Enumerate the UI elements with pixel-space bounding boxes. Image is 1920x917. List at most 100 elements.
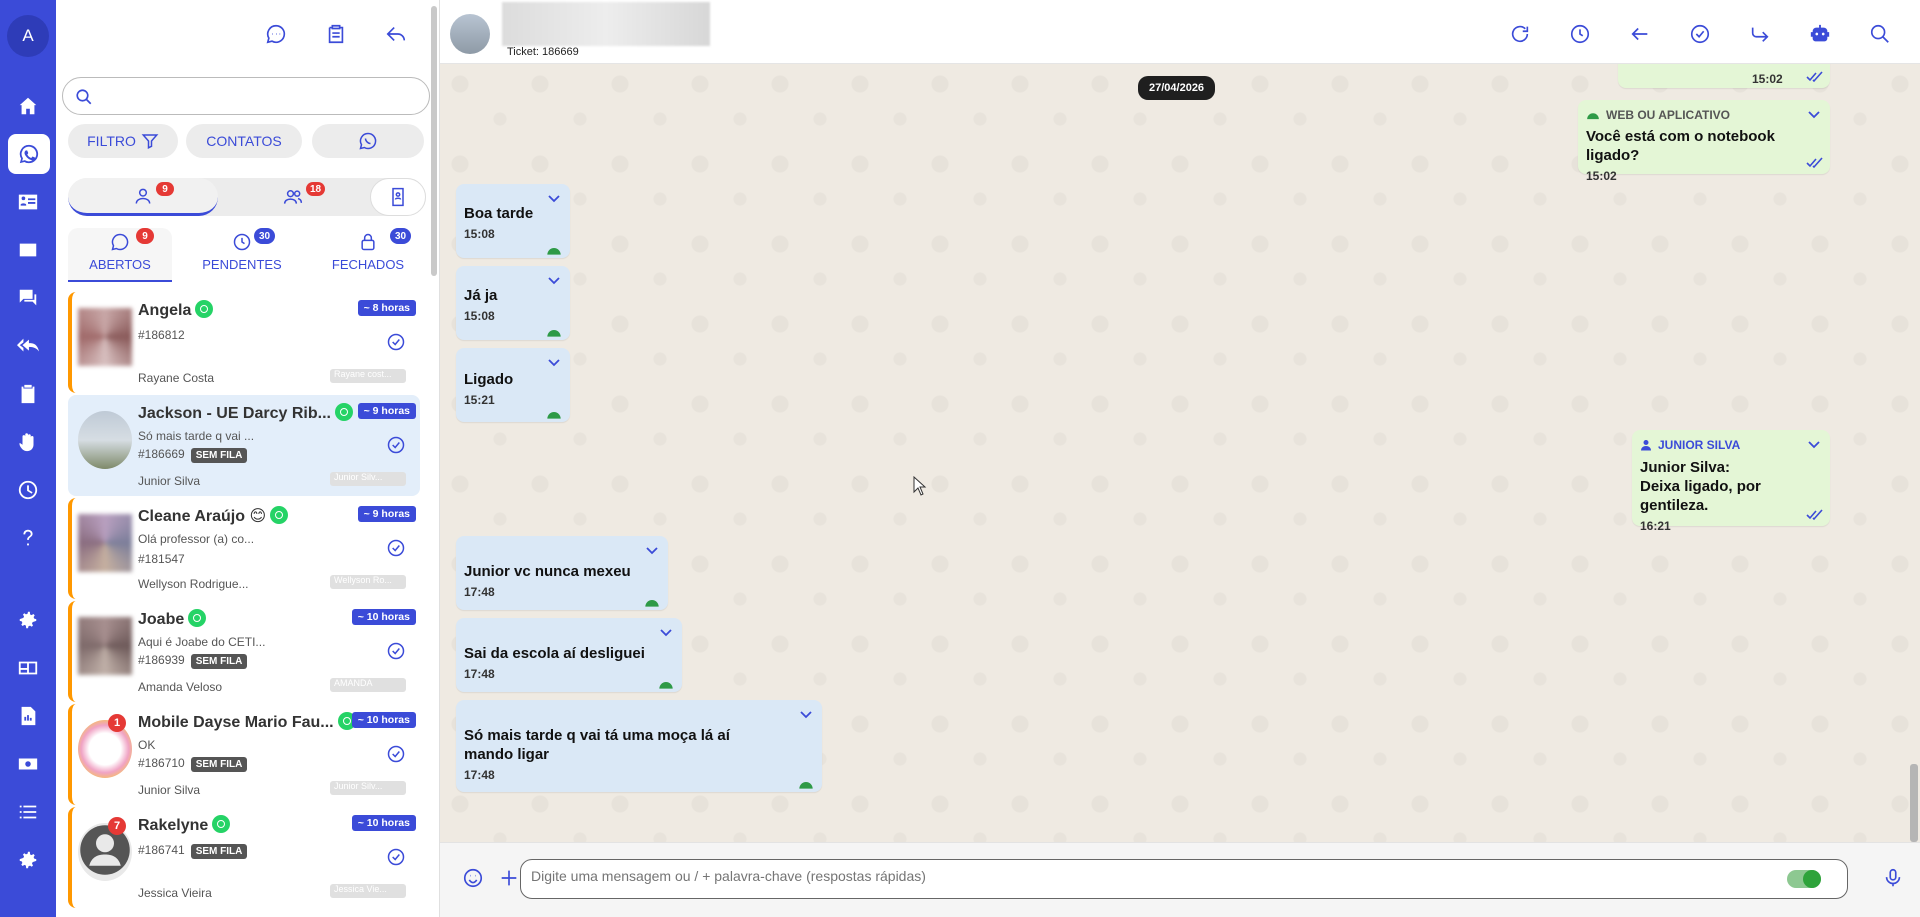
contact-name: Joabe (138, 609, 207, 629)
tab-label: FECHADOS (331, 257, 405, 272)
home-icon[interactable] (8, 86, 48, 126)
new-chat-icon[interactable] (262, 20, 290, 48)
scrollbar-thumb[interactable] (431, 6, 437, 276)
chevron-down-icon[interactable] (548, 354, 560, 367)
last-message: OK (138, 738, 156, 752)
chat-scrollbar[interactable] (1908, 64, 1918, 842)
ticket-number: #186812 (138, 328, 185, 342)
resolve-icon[interactable] (1686, 20, 1714, 48)
resolve-button[interactable] (386, 538, 406, 558)
android-icon (644, 594, 660, 607)
message-input[interactable] (520, 859, 1848, 899)
message-bubble-in[interactable]: Sai da escola aí desliguei 17:48 (456, 618, 682, 692)
tab-abertos[interactable]: ABERTOS 9 (68, 228, 172, 282)
resolve-button[interactable] (386, 435, 406, 455)
schedule-icon[interactable] (1566, 20, 1594, 48)
whatsapp-icon (359, 132, 377, 150)
user-avatar[interactable]: A (7, 15, 49, 57)
emoji-icon[interactable] (460, 865, 486, 891)
last-message: Só mais tarde q vai ... (138, 429, 255, 443)
tab-count-badge: 30 (390, 228, 412, 244)
chevron-down-icon[interactable] (800, 706, 812, 719)
filter-button[interactable]: FILTRO (68, 124, 178, 158)
message-text: Já ja (464, 287, 498, 304)
signature-toggle[interactable] (1787, 870, 1821, 888)
contact-avatar[interactable] (450, 14, 490, 54)
message-bubble-in[interactable]: Só mais tarde q vai tá uma moça lá aí ma… (456, 700, 822, 792)
ticket-item[interactable]: 7 Rakelyne #186741 SEM FILA Jessica Vieir… (68, 807, 420, 908)
dashboard-icon[interactable] (8, 648, 48, 688)
ticket-number: #186710 SEM FILA (138, 756, 248, 772)
message-bubble-in[interactable]: Boa tarde 15:08 (456, 184, 570, 258)
contact-name: Jackson - UE Darcy Rib... (138, 403, 353, 423)
reply-all-icon[interactable] (8, 326, 48, 366)
message-text-field[interactable] (531, 868, 1731, 884)
resolve-button[interactable] (386, 332, 406, 352)
message-bubble-in[interactable]: Junior vc nunca mexeu 17:48 (456, 536, 668, 610)
message-bubble-in[interactable]: Ligado 15:21 (456, 348, 570, 422)
message-bubble-out[interactable]: 15:02 (1618, 64, 1830, 88)
search-icon (76, 89, 92, 105)
chevron-down-icon[interactable] (548, 190, 560, 203)
contact-book-button[interactable] (370, 178, 426, 216)
chevron-down-icon[interactable] (646, 542, 658, 555)
resolve-button[interactable] (386, 847, 406, 867)
kanban-icon[interactable] (8, 230, 48, 270)
list-icon[interactable] (8, 792, 48, 832)
gear-icon[interactable] (8, 840, 48, 880)
queue-tag: SEM FILA (190, 757, 248, 772)
tab-label: ABERTOS (89, 257, 151, 272)
ticket-item[interactable]: Angela #186812 Rayane Costa Rayane cost.… (68, 292, 420, 393)
list-scrollbar[interactable] (431, 6, 437, 906)
chevron-down-icon[interactable] (660, 624, 672, 637)
message-bubble-out[interactable]: WEB OU APLICATIVO Você está com o notebo… (1578, 100, 1830, 183)
ticket-number: #181547 (138, 552, 185, 566)
money-icon[interactable] (8, 744, 48, 784)
chat-bubble-icon (111, 233, 129, 251)
resolve-button[interactable] (386, 744, 406, 764)
settings-icon[interactable] (8, 600, 48, 640)
attach-plus-icon[interactable] (496, 865, 522, 891)
scrollbar-thumb[interactable] (1910, 764, 1918, 842)
chevron-down-icon[interactable] (548, 272, 560, 285)
contacts-button[interactable]: CONTATOS (186, 124, 302, 158)
microphone-icon[interactable] (1880, 865, 1906, 891)
transfer-icon[interactable] (1746, 20, 1774, 48)
clock-icon[interactable] (8, 470, 48, 510)
chevron-down-icon[interactable] (1808, 106, 1820, 119)
chevron-down-icon[interactable] (1808, 436, 1820, 449)
whatsapp-icon (334, 403, 353, 421)
resolve-button[interactable] (386, 641, 406, 661)
all-tickets-toggle[interactable]: 18 (218, 178, 368, 216)
ticket-item[interactable]: Cleane Araújo 😊 Olá professor (a) co... … (68, 498, 420, 599)
tab-pendentes[interactable]: PENDENTES 30 (190, 228, 294, 282)
my-tickets-toggle[interactable]: 9 (68, 178, 218, 216)
search-icon[interactable] (1866, 20, 1894, 48)
ticket-item[interactable]: Jackson - UE Darcy Rib... Só mais tarde … (68, 395, 420, 496)
help-icon[interactable] (8, 518, 48, 558)
ticket-item[interactable]: Joabe Aqui é Joabe do CETI... #186939 SEM… (68, 601, 420, 702)
whatsapp-filter-button[interactable] (312, 124, 424, 158)
queue-tag: SEM FILA (190, 844, 248, 859)
clipboard-icon[interactable] (8, 374, 48, 414)
clipboard-list-icon[interactable] (322, 20, 350, 48)
reply-icon[interactable] (382, 20, 410, 48)
message-text: Boa tarde (464, 205, 534, 222)
contact-name: Cleane Araújo 😊 (138, 506, 289, 526)
ticket-label: Ticket: 186669 (507, 46, 579, 58)
chats-icon[interactable] (8, 278, 48, 318)
hand-icon[interactable] (8, 422, 48, 462)
ticket-item[interactable]: 1 Mobile Dayse Mario Fau... OK #186710 SE… (68, 704, 420, 805)
back-arrow-icon[interactable] (1626, 20, 1654, 48)
report-icon[interactable] (8, 696, 48, 736)
contact-card-icon[interactable] (8, 182, 48, 222)
whatsapp-icon[interactable] (8, 134, 50, 174)
ticket-list-panel: FILTRO CONTATOS 9 18 ABERTOS 9 PENDENTES… (56, 0, 440, 917)
search-input[interactable] (62, 77, 430, 115)
tab-fechados[interactable]: FECHADOS 30 (316, 228, 420, 282)
message-bubble-in[interactable]: Já ja 15:08 (456, 266, 570, 340)
message-bubble-out[interactable]: JUNIOR SILVA Junior Silva: Deixa ligado,… (1632, 430, 1830, 533)
bot-icon[interactable] (1806, 20, 1834, 48)
contact-name: Mobile Dayse Mario Fau... (138, 712, 356, 732)
refresh-icon[interactable] (1506, 20, 1534, 48)
